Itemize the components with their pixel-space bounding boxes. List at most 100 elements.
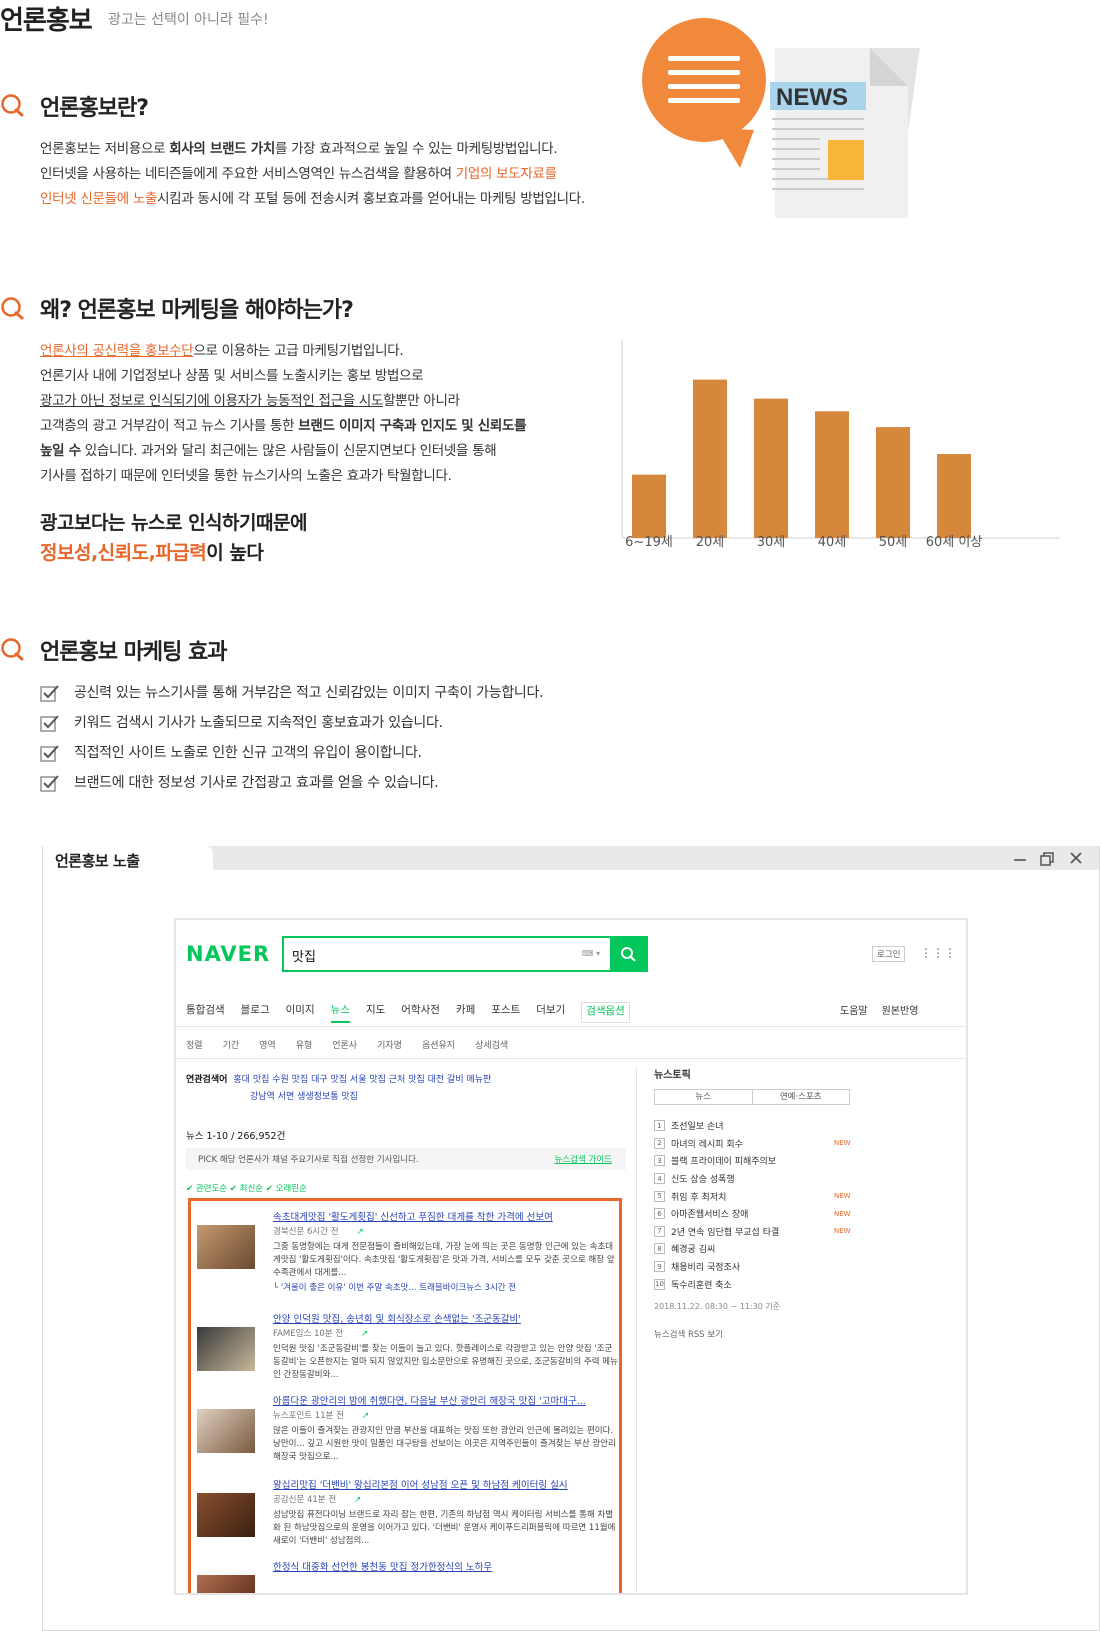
news-thumbnail[interactable] xyxy=(197,1575,255,1593)
tab-cafe[interactable]: 카페 xyxy=(456,1002,475,1023)
news-thumbnail[interactable] xyxy=(197,1493,255,1537)
topic-item[interactable]: 6 아마존웹서비스 장애 NEW xyxy=(654,1205,854,1223)
tabs-right: 도움말 원본반영 xyxy=(840,1002,918,1017)
news-meta: 공감신문 41분 전 ↗ xyxy=(273,1495,362,1505)
pick-banner: PICK 해당 언론사가 채널 주요기사로 직접 선정한 기사입니다. 뉴스검색 … xyxy=(186,1148,626,1170)
topic-item[interactable]: 4 신도 상승 성폭행 xyxy=(654,1170,854,1188)
news-item[interactable]: 아름다운 광안리의 밤에 취했다면, 다음날 부산 광안리 해장국 맛집 '고마… xyxy=(197,1389,617,1473)
chart-category-label: 20세 xyxy=(695,535,725,550)
topic-tab-entertainment[interactable]: 연예·스포츠 xyxy=(753,1090,850,1104)
topic-text[interactable]: 아마존웹서비스 장애 xyxy=(671,1207,748,1220)
topic-text[interactable]: 혜경궁 김씨 xyxy=(671,1242,715,1255)
news-topic-title: 뉴스토픽 xyxy=(654,1070,691,1081)
news-thumbnail[interactable] xyxy=(197,1225,255,1269)
topic-rank: 4 xyxy=(654,1173,665,1185)
topic-text[interactable]: 블랙 프라이데이 피해주의보 xyxy=(671,1154,776,1167)
news-item[interactable]: 안양 인덕원 맛집, 송년회 및 회식장소로 손색없는 '조군동갈비' FAME… xyxy=(197,1307,618,1391)
news-item[interactable]: 속초대게맛집 '활도게횟집' 신선하고 푸짐한 대게를 착한 가격에 선보여 경… xyxy=(197,1205,617,1293)
rss-link[interactable]: 뉴스검색 RSS 보기 xyxy=(654,1328,854,1340)
news-related-link[interactable]: └ '겨울이 좋은 이유' 이번 주말 속초맛... 트래블바이크뉴스 3시간 … xyxy=(273,1281,516,1293)
topic-text[interactable]: 독수리훈련 축소 xyxy=(671,1278,732,1291)
topic-text[interactable]: 취임 후 최저치 xyxy=(671,1190,726,1203)
filter-detail[interactable]: 상세검색 xyxy=(475,1038,508,1051)
new-badge: NEW xyxy=(834,1139,851,1148)
topic-item[interactable]: 2 마녀의 레시피 회수 NEW xyxy=(654,1135,854,1153)
topic-text[interactable]: 채용비리 국정조사 xyxy=(671,1260,740,1273)
related-keyword-links-2[interactable]: 강남역 서면 생생정보통 맛집 xyxy=(186,1089,626,1106)
news-desc: 성남맛집 퓨전다이닝 브랜드로 자리 잡는 한편, 기존의 하남점 역시 케이터… xyxy=(273,1510,616,1546)
topic-text[interactable]: 2년 연속 임단협 무교섭 타결 xyxy=(671,1225,779,1238)
new-badge: NEW xyxy=(834,1209,851,1218)
news-topic-panel: 뉴스토픽 뉴스 연예·스포츠 1 조선일보 손녀 2 마녀의 레시피 회수 NEW 3 블랙… xyxy=(654,1066,854,1340)
effect-item: 직접적인 사이트 노출로 인한 신규 고객의 유입이 용이합니다. xyxy=(40,738,543,768)
new-badge: NEW xyxy=(834,1227,851,1236)
filter-reporter[interactable]: 기자명 xyxy=(377,1038,402,1051)
topic-item[interactable]: 3 블랙 프라이데이 피해주의보 xyxy=(654,1152,854,1170)
tab-blog[interactable]: 블로그 xyxy=(241,1002,270,1023)
new-badge: NEW xyxy=(834,1192,851,1201)
news-count: 뉴스 1-10 / 266,952건 xyxy=(186,1131,286,1142)
news-thumbnail[interactable] xyxy=(197,1409,255,1453)
topic-item[interactable]: 7 2년 연속 임단협 무교섭 타결 NEW xyxy=(654,1223,854,1241)
news-title-link[interactable]: 속초대게맛집 '활도게횟집' 신선하고 푸짐한 대게를 착한 가격에 선보여 xyxy=(273,1209,553,1223)
search-button[interactable] xyxy=(610,938,646,970)
news-results-highlight: 속초대게맛집 '활도게횟집' 신선하고 푸짐한 대게를 착한 가격에 선보여 경… xyxy=(188,1198,622,1593)
tab-dictionary[interactable]: 어학사전 xyxy=(401,1002,440,1023)
filter-period[interactable]: 기간 xyxy=(223,1038,240,1051)
filter-area[interactable]: 영역 xyxy=(259,1038,276,1051)
search-box[interactable]: 맛집 ⌨ ▾ xyxy=(282,936,648,972)
topic-item[interactable]: 1 조선일보 손녀 xyxy=(654,1117,854,1135)
news-title-link[interactable]: 안양 인덕원 맛집, 송년회 및 회식장소로 손색없는 '조군동갈비' xyxy=(273,1311,521,1325)
news-meta: FAME임스 10분 전 ↗ xyxy=(273,1329,369,1339)
tab-post[interactable]: 포스트 xyxy=(491,1002,520,1023)
keyboard-icon[interactable]: ⌨ ▾ xyxy=(582,949,600,958)
chart-category-label: 60세 이상 xyxy=(925,535,983,550)
login-button[interactable]: 로그인 xyxy=(872,946,906,962)
topic-item[interactable]: 9 채용비리 국정조사 xyxy=(654,1258,854,1276)
news-title-link[interactable]: 한정식 대중화 선언한 봉천동 맛집 정가한정식의 노하우 xyxy=(273,1559,492,1573)
search-icon xyxy=(621,947,636,962)
filter-keep-option[interactable]: 옵션유지 xyxy=(422,1038,455,1051)
topic-time: 2018.11.22. 08:30 ~ 11:30 기준 xyxy=(654,1301,781,1311)
related-keyword-links[interactable]: 홍대 맛집 수원 맛집 대구 맛집 서울 맛집 근처 맛집 대전 갈비 메뉴판 xyxy=(233,1075,491,1085)
minimize-icon[interactable] xyxy=(1013,852,1027,866)
checkbox-checked-icon xyxy=(40,745,59,762)
search-options-button[interactable]: 검색옵션 xyxy=(581,1002,630,1023)
filter-sort[interactable]: 정렬 xyxy=(186,1038,203,1051)
filter-press[interactable]: 언론사 xyxy=(332,1038,357,1051)
news-title-link[interactable]: 아름다운 광안리의 밤에 취했다면, 다음날 부산 광안리 해장국 맛집 '고마… xyxy=(273,1393,586,1407)
tab-more[interactable]: 더보기 xyxy=(536,1002,565,1023)
apps-grid-icon[interactable]: ⋮⋮⋮ xyxy=(920,946,956,960)
original-link[interactable]: 원본반영 xyxy=(882,1002,919,1017)
section-what-body: 언론홍보는 저비용으로 회사의 브랜드 가치를 가장 효과적으로 높일 수 있는… xyxy=(40,141,585,207)
filter-type[interactable]: 유형 xyxy=(296,1038,313,1051)
topic-item[interactable]: 8 혜경궁 김씨 xyxy=(654,1240,854,1258)
tab-image[interactable]: 이미지 xyxy=(286,1002,315,1023)
news-guide-link[interactable]: 뉴스검색 가이드 xyxy=(555,1153,612,1165)
restore-icon[interactable] xyxy=(1039,851,1055,867)
topic-text[interactable]: 조선일보 손녀 xyxy=(671,1119,724,1132)
topic-text[interactable]: 신도 상승 성폭행 xyxy=(671,1172,735,1185)
help-link[interactable]: 도움말 xyxy=(840,1002,868,1017)
page-title: 언론홍보 xyxy=(0,6,93,36)
news-item[interactable]: 왕십리맛집 '더밴비' 왕십리본점 이어 성남점 오픈 및 하남점 케이터링 실… xyxy=(197,1473,617,1557)
tab-news[interactable]: 뉴스 xyxy=(330,1002,350,1023)
chart-category-label: 50세 xyxy=(878,535,908,550)
topic-tab-news[interactable]: 뉴스 xyxy=(655,1090,753,1104)
window-tab[interactable]: 언론홍보 노출 xyxy=(43,846,213,872)
news-topic-tabs: 뉴스 연예·스포츠 xyxy=(654,1089,850,1105)
topic-item[interactable]: 5 취임 후 최저치 NEW xyxy=(654,1187,854,1205)
sort-options[interactable]: ✔ 관련도순 ✔ 최신순 ✔ 오래된순 xyxy=(186,1182,307,1194)
tab-integrated[interactable]: 통합검색 xyxy=(186,1002,225,1023)
topic-item[interactable]: 10 독수리훈련 축소 xyxy=(654,1275,854,1293)
close-icon[interactable] xyxy=(1069,851,1083,865)
tab-map[interactable]: 지도 xyxy=(366,1002,385,1023)
news-thumbnail[interactable] xyxy=(197,1327,255,1371)
naver-logo[interactable]: NAVER xyxy=(186,942,270,966)
news-item[interactable]: 한정식 대중화 선언한 봉천동 맛집 정가한정식의 노하우 xyxy=(197,1555,617,1593)
highlight-text: 광고보다는 뉴스로 인식하기때문에 정보성,신뢰도,파급력이 높다 xyxy=(40,512,307,564)
news-title-link[interactable]: 왕십리맛집 '더밴비' 왕십리본점 이어 성남점 오픈 및 하남점 케이터링 실… xyxy=(273,1477,568,1491)
topic-text[interactable]: 마녀의 레시피 회수 xyxy=(671,1137,743,1150)
effect-item: 공신력 있는 뉴스기사를 통해 거부감은 적고 신뢰감있는 이미지 구축이 가능… xyxy=(40,678,544,708)
search-query[interactable]: 맛집 xyxy=(292,946,316,965)
